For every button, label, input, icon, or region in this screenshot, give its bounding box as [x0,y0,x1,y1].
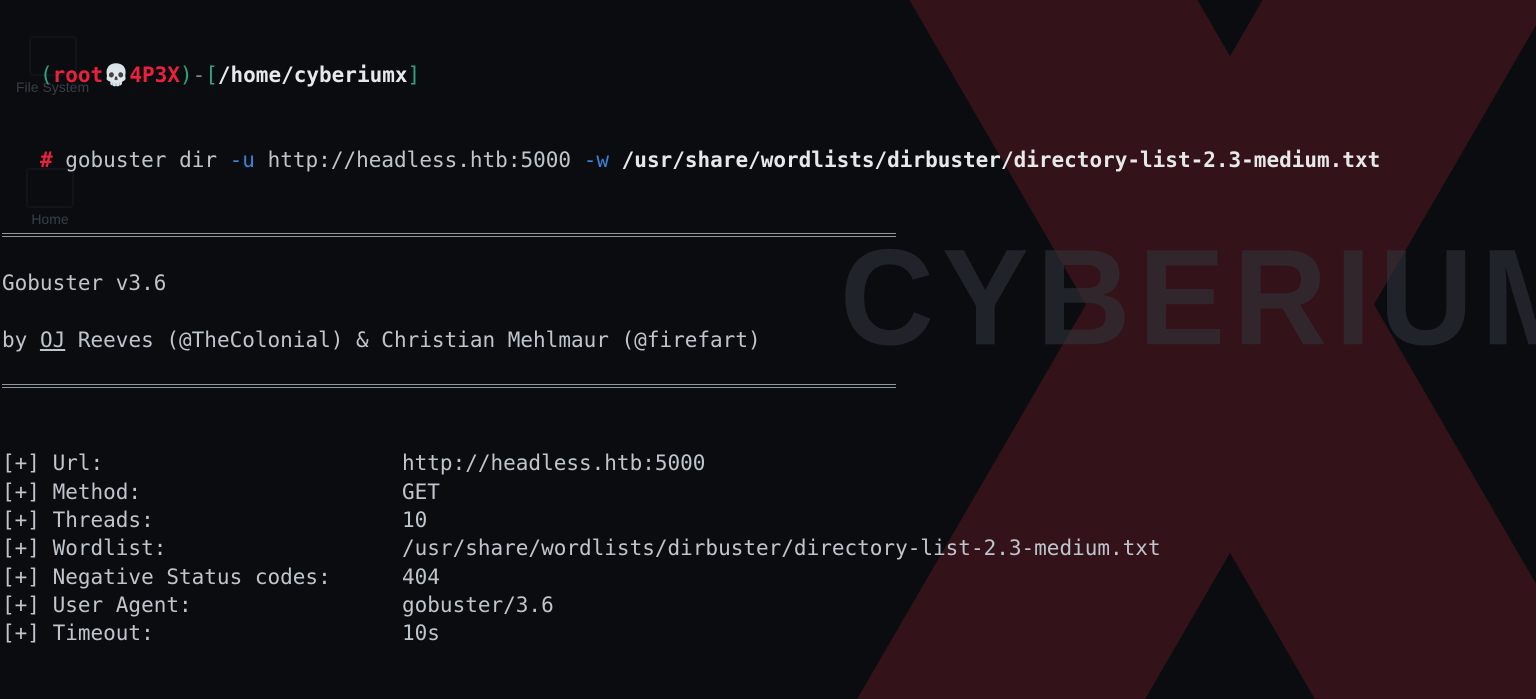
prompt-cwd: /home/cyberiumx [218,63,408,87]
prompt-dash: - [193,63,206,87]
option-value: 404 [402,563,1534,591]
cmd-program: gobuster [65,148,166,172]
option-key: [+] Wordlist: [2,534,402,562]
cmd-wordlist: /usr/share/wordlists/dirbuster/directory… [622,148,1381,172]
option-row: [+] Method:GET [2,478,1534,506]
prompt-symbol: # [40,148,53,172]
prompt-close-paren: ) [180,63,193,87]
option-key: [+] Negative Status codes: [2,563,402,591]
option-row: [+] User Agent:gobuster/3.6 [2,591,1534,619]
option-key: [+] Timeout: [2,619,402,647]
prompt-open-paren: ( [40,63,53,87]
option-value: http://headless.htb:5000 [402,449,1534,477]
options-block: [+] Url:http://headless.htb:5000[+] Meth… [2,449,1534,647]
option-key: [+] Method: [2,478,402,506]
prompt-open-br: [ [205,63,218,87]
prompt-close-br: ] [408,63,421,87]
banner-line2: by OJ Reeves (@TheColonial) & Christian … [2,326,1534,354]
option-value: /usr/share/wordlists/dirbuster/directory… [402,534,1534,562]
banner-by: by [2,328,40,352]
cmd-flag-w: -w [584,148,609,172]
option-value: GET [402,478,1534,506]
option-key: [+] Threads: [2,506,402,534]
option-row: [+] Negative Status codes:404 [2,563,1534,591]
divider [2,384,896,388]
prompt-line: (root💀4P3X)-[/home/cyberiumx] [2,61,1534,89]
prompt-user: root [53,63,104,87]
divider [2,233,896,237]
option-row: [+] Url:http://headless.htb:5000 [2,449,1534,477]
banner-oj: OJ [40,328,65,352]
option-row: [+] Timeout:10s [2,619,1534,647]
option-value: gobuster/3.6 [402,591,1534,619]
prompt-host: 4P3X [129,63,180,87]
option-value: 10s [402,619,1534,647]
option-key: [+] Url: [2,449,402,477]
skull-icon: 💀 [103,63,129,87]
option-value: 10 [402,506,1534,534]
banner-rest: Reeves (@TheColonial) & Christian Mehlma… [65,328,760,352]
banner-line1: Gobuster v3.6 [2,269,1534,297]
cmd-url: http://headless.htb:5000 [268,148,571,172]
option-key: [+] User Agent: [2,591,402,619]
cmd-subcmd: dir [179,148,217,172]
terminal-content[interactable]: (root💀4P3X)-[/home/cyberiumx] # gobuster… [0,0,1536,699]
option-row: [+] Wordlist:/usr/share/wordlists/dirbus… [2,534,1534,562]
option-row: [+] Threads:10 [2,506,1534,534]
cmd-flag-u: -u [230,148,255,172]
command-line: # gobuster dir -u http://headless.htb:50… [2,146,1534,174]
